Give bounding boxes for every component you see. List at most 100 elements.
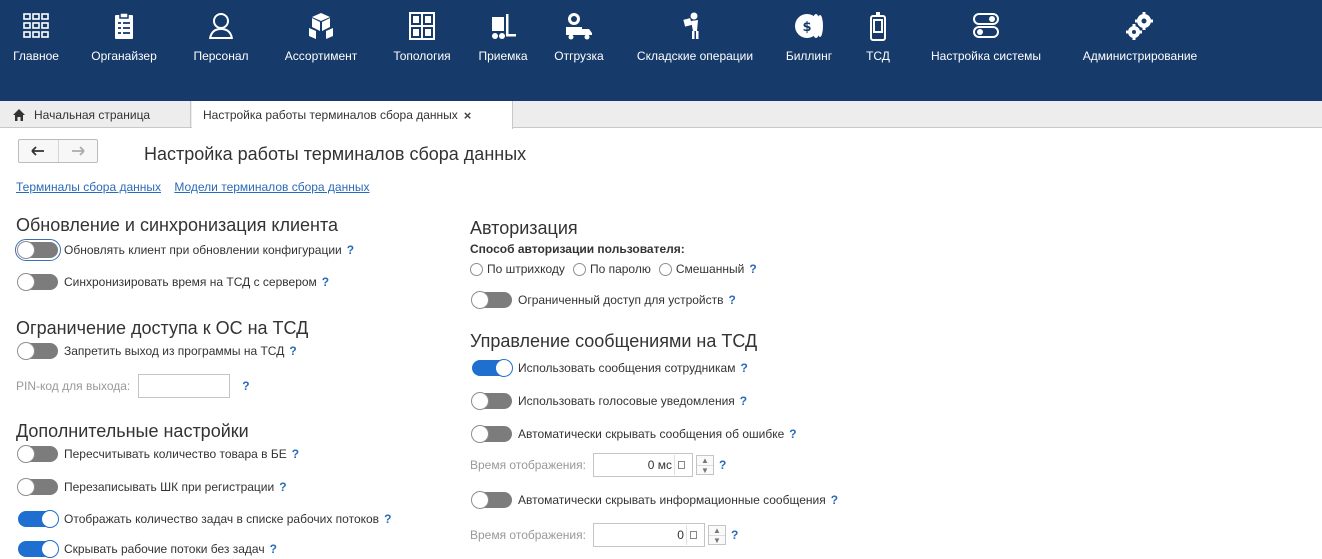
auth-method-options: По штрихкоду По паролю Смешанный ?: [470, 259, 757, 279]
auth-method-label: Способ авторизации пользователя:: [470, 242, 685, 256]
tab-home[interactable]: Начальная страница: [0, 101, 191, 128]
setting-label: Автоматически скрывать сообщения об ошиб…: [518, 427, 785, 441]
page-title: Настройка работы терминалов сбора данных: [144, 144, 527, 164]
toggle-rewrite-barcode[interactable]: [17, 478, 58, 496]
toggle-employee-messages[interactable]: [472, 359, 513, 377]
setting-restricted-access: Ограниченный доступ для устройств ?: [471, 290, 736, 310]
toggle-recount[interactable]: [17, 445, 58, 463]
nav-item-billing[interactable]: $ Биллинг: [770, 0, 848, 101]
section-title-auth: Авторизация: [470, 218, 578, 238]
setting-update-client: Обновлять клиент при обновлении конфигур…: [15, 239, 354, 261]
toggle-voice-notifications[interactable]: [471, 392, 512, 410]
setting-label: Автоматически скрывать информационные со…: [518, 493, 826, 507]
errors-display-time-input[interactable]: 0 мс: [592, 453, 693, 477]
toggle-restricted-access[interactable]: [471, 291, 512, 309]
toggles-icon: [973, 13, 999, 38]
handheld-terminal-icon: [870, 12, 886, 41]
delivery-truck-icon: [566, 13, 592, 40]
tab-home-label: Начальная страница: [34, 107, 151, 122]
setting-auto-hide-info: Автоматически скрывать информационные со…: [471, 490, 838, 510]
setting-show-task-count: Отображать количество задач в списке раб…: [18, 509, 391, 529]
radio-password[interactable]: [572, 262, 586, 276]
help-icon[interactable]: ?: [749, 262, 756, 276]
help-icon[interactable]: ?: [789, 427, 796, 441]
nav-item-warehouse-operations[interactable]: Складские операции: [620, 0, 770, 101]
section-title-sync: Обновление и синхронизация клиента: [16, 215, 339, 235]
toggle-update-client[interactable]: [15, 239, 61, 261]
help-icon[interactable]: ?: [270, 542, 277, 556]
help-icon[interactable]: ?: [384, 512, 391, 526]
nav-item-administration[interactable]: Администрирование: [1064, 0, 1216, 101]
back-button[interactable]: [19, 140, 58, 162]
help-icon[interactable]: ?: [292, 447, 299, 461]
errors-time-spinner[interactable]: ▲ ▼: [695, 455, 714, 475]
setting-label: Отображать количество задач в списке раб…: [64, 512, 380, 526]
forward-button[interactable]: [57, 140, 98, 162]
warehouse-icon: [409, 12, 435, 40]
nav-label: ТСД: [866, 49, 890, 63]
section-title-os-access: Ограничение доступа к ОС на ТСД: [16, 318, 309, 338]
nav-label: Складские операции: [636, 49, 754, 63]
pin-input[interactable]: [138, 374, 231, 398]
link-terminal-models[interactable]: Модели терминалов сбора данных: [174, 180, 369, 194]
tab-tsd-settings[interactable]: Настройка работы терминалов сбора данных…: [192, 101, 513, 129]
help-icon[interactable]: ?: [740, 394, 747, 408]
toggle-forbid-exit[interactable]: [17, 342, 58, 360]
calendar-icon[interactable]: [673, 455, 688, 475]
radio-mixed-label: Смешанный: [675, 262, 745, 276]
svg-text:$: $: [802, 20, 811, 35]
gears-icon: [1126, 12, 1153, 40]
nav-item-main[interactable]: Главное: [0, 0, 72, 101]
help-icon[interactable]: ?: [740, 361, 747, 375]
related-links: Терминалы сбора данных Модели терминалов…: [16, 180, 379, 194]
toggle-auto-hide-errors[interactable]: [471, 425, 512, 443]
arrow-left-icon: [31, 146, 45, 156]
section-title-messages: Управление сообщениями на ТСД: [470, 331, 758, 351]
setting-forbid-exit: Запретить выход из программы на ТСД ?: [17, 341, 297, 361]
help-icon[interactable]: ?: [731, 528, 738, 542]
nav-item-assortment[interactable]: Ассортимент: [266, 0, 376, 101]
toggle-show-task-count[interactable]: [18, 510, 59, 528]
nav-label: Биллинг: [785, 49, 833, 63]
setting-errors-display-time: Время отображения: 0 мс ▲ ▼ ?: [470, 452, 726, 478]
toggle-sync-time[interactable]: [17, 273, 58, 291]
nav-item-system-settings[interactable]: Настройка системы: [908, 0, 1064, 101]
help-icon[interactable]: ?: [322, 275, 329, 289]
setting-info-display-time: Время отображения: 0 ▲ ▼ ?: [470, 522, 738, 548]
radio-mixed[interactable]: [658, 262, 672, 276]
help-icon[interactable]: ?: [831, 493, 838, 507]
link-terminals[interactable]: Терминалы сбора данных: [16, 180, 161, 194]
calendar-icon[interactable]: [685, 525, 700, 545]
pin-label: PIN-код для выхода:: [16, 379, 131, 393]
setting-recount: Пересчитывать количество товара в БЕ ?: [17, 444, 299, 464]
help-icon[interactable]: ?: [289, 344, 296, 358]
nav-label: Органайзер: [91, 49, 157, 63]
info-time-spinner[interactable]: ▲ ▼: [707, 525, 726, 545]
help-icon[interactable]: ?: [729, 293, 736, 307]
nav-item-shipping[interactable]: Отгрузка: [538, 0, 620, 101]
nav-item-personnel[interactable]: Персонал: [176, 0, 266, 101]
toggle-auto-hide-info[interactable]: [471, 491, 512, 509]
radio-barcode[interactable]: [470, 262, 483, 276]
nav-label: Главное: [13, 49, 59, 63]
help-icon[interactable]: ?: [242, 379, 249, 393]
nav-label: Персонал: [193, 49, 249, 63]
close-icon[interactable]: ×: [464, 108, 472, 123]
info-display-time-input[interactable]: 0: [592, 523, 705, 547]
help-icon[interactable]: ?: [347, 243, 354, 257]
nav-item-receiving[interactable]: Приемка: [468, 0, 538, 101]
help-icon[interactable]: ?: [279, 480, 286, 494]
nav-item-topology[interactable]: Топология: [376, 0, 468, 101]
setting-label: Использовать голосовые уведомления: [518, 394, 735, 408]
worker-icon: [683, 12, 699, 39]
help-icon[interactable]: ?: [719, 458, 726, 472]
radio-password-label: По паролю: [589, 262, 651, 276]
arrow-right-icon: [71, 146, 85, 156]
setting-label: Скрывать рабочие потоки без задач: [64, 542, 265, 556]
nav-item-organizer[interactable]: Органайзер: [72, 0, 176, 101]
toggle-hide-empty-flows[interactable]: [18, 540, 59, 558]
home-icon: [13, 108, 25, 121]
setting-sync-time: Синхронизировать время на ТСД с сервером…: [17, 272, 329, 292]
setting-label: Перезаписывать ШК при регистрации: [64, 480, 275, 494]
nav-item-tsd[interactable]: ТСД: [848, 0, 908, 101]
